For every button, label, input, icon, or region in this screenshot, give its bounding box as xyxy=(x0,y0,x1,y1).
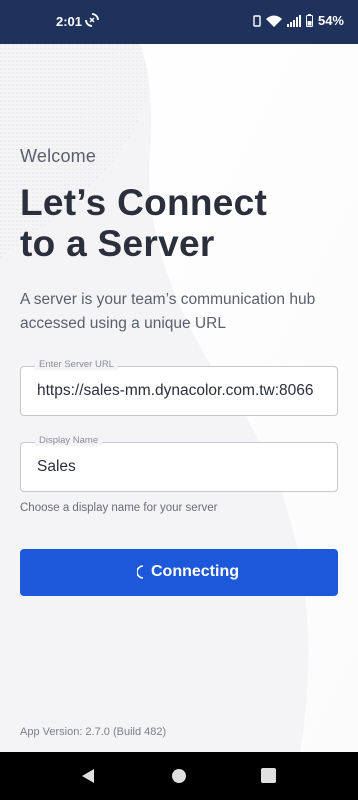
server-url-label: Enter Server URL xyxy=(35,359,118,370)
connect-form-container: Welcome Let’s Connect to a Server A serv… xyxy=(0,0,358,800)
welcome-text: Welcome xyxy=(20,146,97,166)
server-url-input[interactable]: https://sales-mm.dynacolor.com.tw:8066 xyxy=(37,382,327,400)
page-title: Let’s Connect to a Server xyxy=(20,182,340,264)
page-title-line-1: Let’s Connect xyxy=(20,182,268,223)
recents-icon[interactable] xyxy=(261,768,276,783)
connect-button-label: Connecting xyxy=(151,563,239,580)
server-url-field[interactable]: Enter Server URL https://sales-mm.dynaco… xyxy=(20,359,338,416)
loading-spinner-icon xyxy=(137,565,144,579)
app-version: App Version: 2.7.0 (Build 482) xyxy=(20,726,167,738)
display-name-input[interactable]: Sales xyxy=(37,458,327,476)
home-icon[interactable] xyxy=(171,768,187,784)
app-screen: 2:01 54% Welcome Let’s Connect to a Serv… xyxy=(0,0,358,800)
display-name-field[interactable]: Display Name Sales xyxy=(20,435,338,492)
server-url-value: https://sales-mm.dynacolor.com.tw:8066 xyxy=(37,382,314,399)
system-nav-bar xyxy=(0,752,358,800)
back-icon[interactable] xyxy=(81,768,95,784)
display-name-helper: Choose a display name for your server xyxy=(20,502,218,514)
connect-button[interactable]: Connecting xyxy=(20,549,338,596)
subtitle-text: A server is your team’s communication hu… xyxy=(20,291,316,332)
page-title-line-2: to a Server xyxy=(20,223,215,264)
display-name-label: Display Name xyxy=(35,435,103,446)
